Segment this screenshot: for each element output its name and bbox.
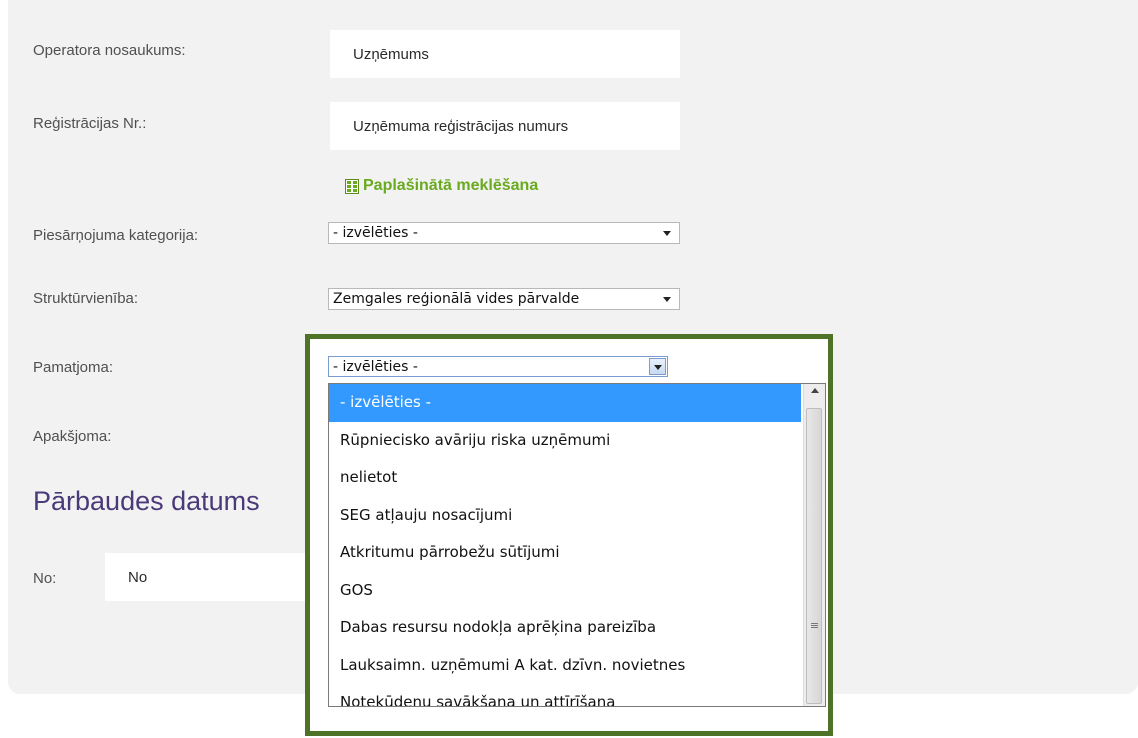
main-area-value: - izvēlēties - — [333, 359, 418, 375]
dropdown-option[interactable]: GOS — [329, 572, 801, 610]
structural-unit-label: Struktūrvienība: — [33, 290, 139, 307]
registration-number-input[interactable] — [330, 102, 680, 150]
chevron-down-icon — [663, 297, 671, 302]
dropdown-option[interactable]: Notekūdenu savākšana un attīrīšana — [329, 684, 801, 706]
main-area-options-list[interactable]: - izvēlēties - Rūpniecisko avāriju riska… — [328, 383, 826, 707]
scroll-up-arrow-icon[interactable] — [811, 388, 819, 393]
dropdown-option[interactable]: Lauksaimn. uzņēmumi A kat. dzīvn. noviet… — [329, 647, 801, 685]
structural-unit-select[interactable]: Zemgales reģionālā vides pārvalde — [328, 288, 680, 310]
main-area-label: Pamatjoma: — [33, 359, 114, 376]
dropdown-option[interactable]: - izvēlēties - — [329, 384, 801, 422]
advanced-search-label: Paplašinātā meklēšana — [363, 177, 539, 194]
sub-area-label: Apakšjoma: — [33, 428, 112, 445]
chevron-down-icon — [663, 231, 671, 236]
dropdown-option[interactable]: Rūpniecisko avāriju riska uzņēmumi — [329, 422, 801, 460]
advanced-search-link[interactable]: Paplašinātā meklēšana — [345, 177, 538, 195]
dropdown-option[interactable]: nelietot — [329, 459, 801, 497]
dropdown-option[interactable]: Dabas resursu nodokļa aprēķina pareizība — [329, 609, 801, 647]
dropdown-toggle-button[interactable] — [649, 358, 666, 375]
advanced-search-icon — [345, 178, 359, 194]
scrollbar-thumb[interactable] — [806, 408, 822, 704]
structural-unit-value: Zemgales reģionālā vides pārvalde — [333, 291, 580, 307]
date-from-label: No: — [33, 570, 57, 587]
operator-name-label: Operatora nosaukums: — [33, 42, 186, 59]
dropdown-option[interactable]: SEG atļauju nosacījumi — [329, 497, 801, 535]
dropdown-scrollbar[interactable] — [803, 384, 825, 706]
operator-name-input[interactable] — [330, 30, 680, 78]
pollution-category-value: - izvēlēties - — [333, 225, 418, 241]
main-area-select[interactable]: - izvēlēties - — [328, 356, 668, 377]
inspection-date-heading: Pārbaudes datums — [33, 486, 260, 516]
pollution-category-label: Piesārņojuma kategorija: — [33, 227, 199, 244]
pollution-category-select[interactable]: - izvēlēties - — [328, 222, 680, 244]
date-from-input[interactable] — [105, 553, 310, 601]
dropdown-option[interactable]: Atkritumu pārrobežu sūtījumi — [329, 534, 801, 572]
grip-icon — [811, 623, 818, 624]
registration-number-label: Reģistrācijas Nr.: — [33, 115, 147, 132]
